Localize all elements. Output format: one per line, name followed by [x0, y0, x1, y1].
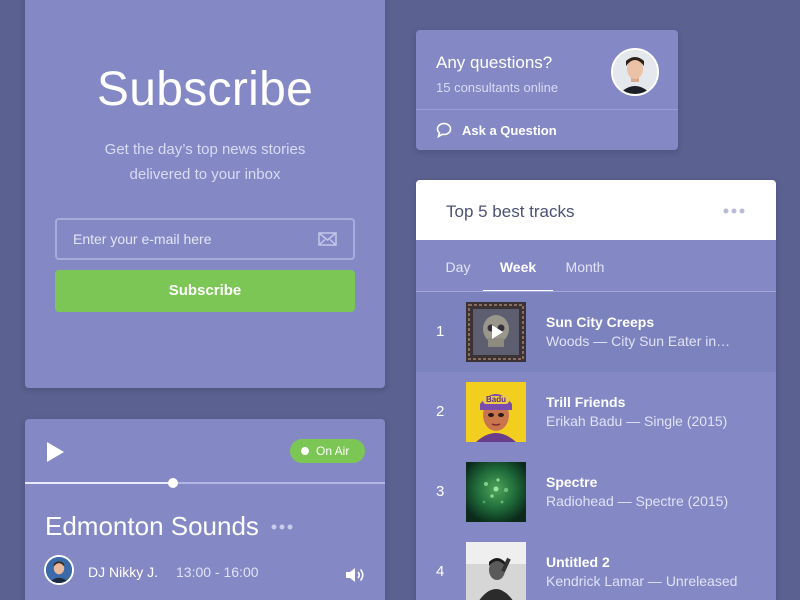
track-rank: 2: [436, 403, 445, 420]
track-meta: Radiohead — Spectre (2015): [546, 493, 729, 509]
album-art-bw: [466, 542, 526, 600]
volume-icon[interactable]: [345, 567, 366, 583]
station-name: Edmonton Sounds: [45, 511, 259, 541]
track-title: Sun City Creeps: [546, 314, 655, 330]
subscribe-subtitle: Get the day’s top news stories delivered…: [65, 137, 345, 187]
live-dot-icon: [301, 447, 309, 455]
on-air-label: On Air: [316, 444, 350, 458]
progress-handle[interactable]: [167, 478, 178, 488]
track-row[interactable]: 1 Sun City Creeps Woods — City Sun Eater…: [416, 292, 776, 372]
tracks-title: Top 5 best tracks: [446, 202, 575, 221]
track-title: Trill Friends: [546, 394, 626, 410]
progress-fill: [25, 482, 173, 484]
album-cover: [466, 302, 526, 362]
more-dots-icon[interactable]: [270, 523, 294, 531]
album-art-portrait: [466, 382, 526, 442]
top-tracks-card: Top 5 best tracks Day Week Month 1 Sun C…: [416, 180, 776, 600]
email-input[interactable]: [73, 220, 303, 258]
album-cover: [466, 462, 526, 522]
envelope-icon: [318, 232, 337, 246]
subscribe-title: Subscribe: [96, 63, 314, 116]
questions-card: Any questions? 15 consultants online Ask…: [416, 30, 678, 150]
subscribe-card: Subscribe Get the day’s top news stories…: [25, 0, 385, 388]
subscribe-subtitle-line: Get the day’s top news stories: [104, 141, 306, 158]
track-meta: Erikah Badu — Single (2015): [546, 413, 728, 429]
consultant-avatar: [611, 48, 659, 96]
email-field-container[interactable]: [55, 218, 355, 260]
tab-week[interactable]: Week: [483, 240, 553, 292]
period-tabs: Day Week Month: [416, 240, 776, 292]
tracks-header: Top 5 best tracks: [416, 180, 776, 240]
more-dots-icon[interactable]: [722, 207, 746, 215]
subscribe-subtitle-line: delivered to your inbox: [129, 166, 281, 183]
track-row[interactable]: 2 Badu Trill Friends Erikah Badu — Singl…: [416, 372, 776, 452]
radio-player-card: On Air Edmonton Sounds DJ Nikky J. 13:00…: [25, 419, 385, 600]
play-icon[interactable]: [45, 441, 65, 463]
subscribe-button[interactable]: Subscribe: [55, 270, 355, 312]
track-row[interactable]: 4 Untitled 2 Kendrick Lamar — Unreleased: [416, 532, 776, 600]
ask-question-label: Ask a Question: [462, 123, 557, 138]
dj-name: DJ Nikky J.: [88, 564, 158, 580]
album-art-green: [466, 462, 526, 522]
track-rank: 3: [436, 483, 445, 500]
track-meta: Woods — City Sun Eater in…: [546, 333, 731, 349]
album-cover: Badu: [466, 382, 526, 442]
track-title: Spectre: [546, 474, 598, 490]
consultant-portrait: [613, 50, 657, 94]
progress-track[interactable]: [25, 482, 385, 484]
dj-avatar: [44, 555, 74, 585]
album-cover: [466, 542, 526, 600]
divider: [416, 109, 678, 110]
track-meta: Kendrick Lamar — Unreleased: [546, 573, 738, 589]
dj-portrait: [46, 557, 72, 583]
tab-day[interactable]: Day: [438, 240, 478, 292]
on-air-badge: On Air: [290, 439, 365, 463]
questions-title: Any questions?: [436, 53, 553, 72]
cover-text: Badu: [486, 395, 506, 404]
track-title: Untitled 2: [546, 554, 610, 570]
track-rank: 4: [436, 563, 445, 580]
tab-month[interactable]: Month: [561, 240, 609, 292]
consultants-online: 15 consultants online: [436, 80, 559, 95]
track-row[interactable]: 3 Spectre Radiohead — Spectre (2015): [416, 452, 776, 532]
track-rank: 1: [436, 323, 445, 340]
chat-bubble-icon: [436, 122, 452, 138]
show-time: 13:00 - 16:00: [176, 564, 259, 580]
play-icon[interactable]: [466, 302, 526, 362]
